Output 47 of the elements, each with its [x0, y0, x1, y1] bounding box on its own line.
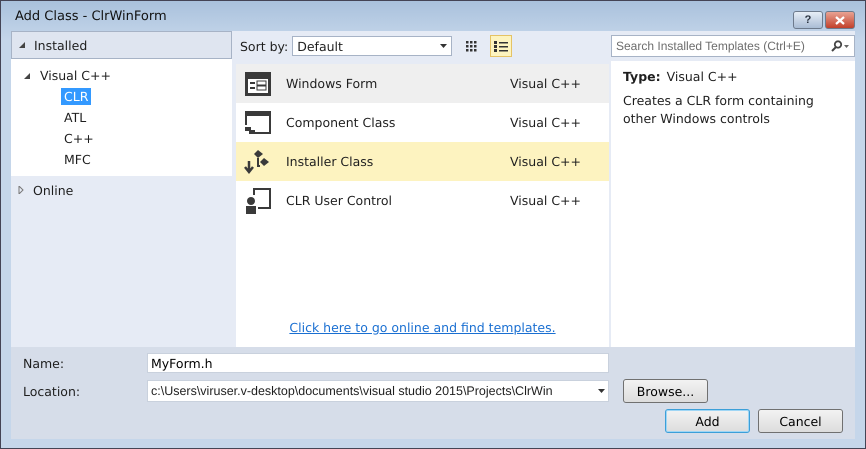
- form-icon: [244, 70, 272, 96]
- close-icon: [835, 16, 845, 24]
- list-icon: [494, 40, 508, 52]
- section-header[interactable]: Online: [11, 176, 232, 204]
- tree-item[interactable]: Visual C++: [37, 67, 114, 84]
- section-header[interactable]: Installed: [11, 31, 232, 59]
- tree-item[interactable]: C++: [61, 130, 97, 147]
- cancel-button[interactable]: Cancel: [758, 409, 843, 433]
- template-name: Windows Form: [286, 76, 378, 91]
- sort-dropdown[interactable]: Default: [292, 36, 452, 56]
- expanded-icon[interactable]: [18, 41, 26, 49]
- expanded-icon[interactable]: [23, 72, 31, 80]
- location-label: Location:: [23, 384, 82, 398]
- template-row[interactable]: Windows Form Visual C++: [236, 64, 609, 103]
- name-label: Name:: [23, 356, 66, 370]
- online-templates-link[interactable]: Click here to go online and find templates.: [289, 320, 556, 335]
- search-field[interactable]: Search Installed Templates (Ctrl+E): [611, 35, 855, 57]
- list-view-button[interactable]: [490, 35, 512, 57]
- close-button[interactable]: [825, 11, 855, 29]
- tree-item[interactable]: MFC: [61, 151, 94, 168]
- help-button[interactable]: ?: [793, 11, 823, 29]
- template-type: Visual C++: [510, 154, 581, 169]
- template-name: Component Class: [286, 115, 396, 130]
- template-name: CLR User Control: [286, 193, 393, 208]
- template-name: Installer Class: [286, 154, 374, 169]
- name-field[interactable]: MyForm.h: [147, 353, 609, 373]
- template-description: Creates a CLR form containing other Windows controls: [623, 92, 815, 128]
- sort-label: Sort by:: [240, 38, 288, 54]
- browse-button[interactable]: Browse...: [623, 379, 708, 403]
- section-label[interactable]: Online: [33, 182, 74, 198]
- type-value: Visual C++: [666, 69, 738, 84]
- template-type: Visual C++: [510, 76, 581, 91]
- grid-icon: [465, 40, 478, 52]
- template-type: Visual C++: [510, 115, 581, 130]
- type-label: Type:: [623, 69, 661, 84]
- user-control-icon: [244, 186, 272, 214]
- location-field[interactable]: c:\Users\viruser.v-desktop\documents\visual studio 2015\Projects\ClrWin: [147, 380, 609, 402]
- window-title: Add Class - ClrWinForm: [14, 8, 167, 24]
- tree-item[interactable]: ATL: [61, 109, 90, 126]
- caret-icon: [598, 389, 605, 393]
- search-icon: [830, 40, 850, 52]
- add-button[interactable]: Add: [665, 409, 750, 433]
- collapsed-icon[interactable]: [17, 186, 25, 194]
- template-row[interactable]: Installer Class Visual C++: [236, 142, 609, 181]
- caret-icon: [440, 44, 448, 48]
- template-type: Visual C++: [510, 193, 581, 208]
- section-label[interactable]: Installed: [34, 38, 88, 52]
